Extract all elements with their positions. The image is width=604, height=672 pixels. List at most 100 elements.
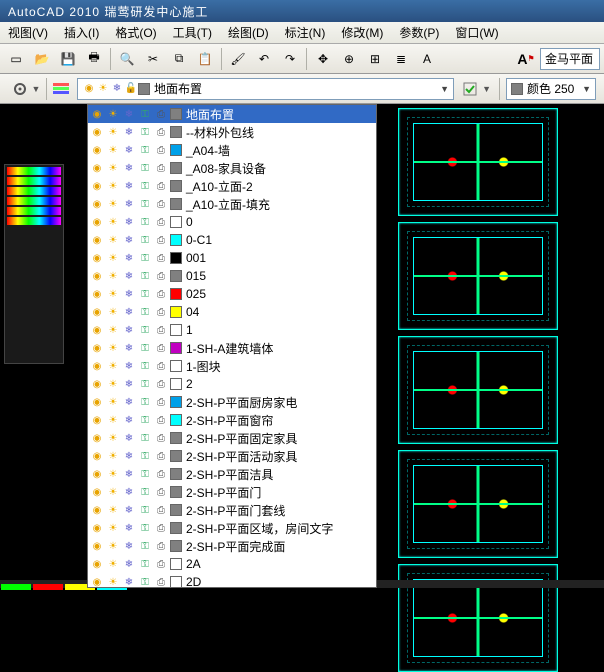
bulb-icon[interactable]: ◉: [90, 341, 104, 355]
viewport-freeze-icon[interactable]: ❄: [122, 539, 136, 553]
layer-row[interactable]: ◉☀❄⚿⎙2-SH-P平面完成面: [88, 537, 376, 555]
layer-row[interactable]: ◉☀❄⚿⎙025: [88, 285, 376, 303]
lock-icon[interactable]: ⚿: [138, 143, 152, 157]
sun-icon[interactable]: ☀: [106, 305, 120, 319]
color-combo[interactable]: 颜色 250 ▼: [506, 78, 596, 100]
annotation-style-icon[interactable]: A⚑: [514, 47, 538, 71]
lock-icon[interactable]: ⚿: [138, 125, 152, 139]
bulb-icon[interactable]: ◉: [90, 143, 104, 157]
menu-窗口(W)[interactable]: 窗口(W): [447, 22, 506, 43]
viewport-freeze-icon[interactable]: ❄: [122, 251, 136, 265]
settings-gear-icon[interactable]: [8, 77, 32, 101]
bulb-icon[interactable]: ◉: [90, 539, 104, 553]
layer-row[interactable]: ◉☀❄⚿⎙2D: [88, 573, 376, 588]
viewport-freeze-icon[interactable]: ❄: [122, 305, 136, 319]
lock-icon[interactable]: ⚿: [138, 251, 152, 265]
text-style-icon[interactable]: A: [415, 47, 439, 71]
plot-icon[interactable]: ⎙: [154, 125, 168, 139]
viewport-freeze-icon[interactable]: ❄: [122, 107, 136, 121]
layer-row[interactable]: ◉☀❄⚿⎙04: [88, 303, 376, 321]
plot-icon[interactable]: ⎙: [154, 323, 168, 337]
sun-icon[interactable]: ☀: [106, 539, 120, 553]
bulb-icon[interactable]: ◉: [90, 251, 104, 265]
sun-icon[interactable]: ☀: [106, 431, 120, 445]
lock-icon[interactable]: ⚿: [138, 179, 152, 193]
zoom-window-icon[interactable]: ⊞: [363, 47, 387, 71]
layer-row[interactable]: ◉☀❄⚿⎙2-SH-P平面厨房家电: [88, 393, 376, 411]
menu-插入(I)[interactable]: 插入(I): [56, 22, 107, 43]
plot-icon[interactable]: ⎙: [154, 269, 168, 283]
menu-修改(M)[interactable]: 修改(M): [333, 22, 391, 43]
viewport-freeze-icon[interactable]: ❄: [122, 449, 136, 463]
lock-icon[interactable]: ⚿: [138, 233, 152, 247]
bulb-icon[interactable]: ◉: [90, 161, 104, 175]
viewport-freeze-icon[interactable]: ❄: [122, 197, 136, 211]
bulb-icon[interactable]: ◉: [90, 323, 104, 337]
layer-states-icon[interactable]: [458, 77, 482, 101]
viewport-freeze-icon[interactable]: ❄: [122, 215, 136, 229]
lock-icon[interactable]: ⚿: [138, 287, 152, 301]
sun-icon[interactable]: ☀: [106, 179, 120, 193]
bulb-icon[interactable]: ◉: [90, 557, 104, 571]
viewport-freeze-icon[interactable]: ❄: [122, 287, 136, 301]
layer-row[interactable]: ◉☀❄⚿⎙2-SH-P平面窗帘: [88, 411, 376, 429]
sun-icon[interactable]: ☀: [106, 143, 120, 157]
plot-icon[interactable]: ⎙: [154, 179, 168, 193]
lock-icon[interactable]: ⚿: [138, 305, 152, 319]
menu-标注(N)[interactable]: 标注(N): [277, 22, 334, 43]
sun-icon[interactable]: ☀: [106, 557, 120, 571]
lock-icon[interactable]: ⚿: [138, 197, 152, 211]
sun-icon[interactable]: ☀: [106, 485, 120, 499]
sun-icon[interactable]: ☀: [106, 125, 120, 139]
bulb-icon[interactable]: ◉: [90, 269, 104, 283]
sun-icon[interactable]: ☀: [106, 467, 120, 481]
layer-combo[interactable]: ◉ ☀ ❄ 🔓 地面布置 ▼: [77, 78, 454, 100]
sun-icon[interactable]: ☀: [106, 287, 120, 301]
plot-icon[interactable]: ⎙: [154, 467, 168, 481]
sun-icon[interactable]: ☀: [106, 359, 120, 373]
layer-row[interactable]: ◉☀❄⚿⎙0-C1: [88, 231, 376, 249]
plot-icon[interactable]: ⎙: [154, 485, 168, 499]
sun-icon[interactable]: ☀: [106, 449, 120, 463]
menu-视图(V)[interactable]: 视图(V): [0, 22, 56, 43]
viewport-freeze-icon[interactable]: ❄: [122, 575, 136, 588]
layer-row[interactable]: ◉☀❄⚿⎙_A08-家具设备: [88, 159, 376, 177]
open-icon[interactable]: 📂: [30, 47, 54, 71]
sun-icon[interactable]: ☀: [106, 341, 120, 355]
sun-icon[interactable]: ☀: [106, 575, 120, 588]
viewport-freeze-icon[interactable]: ❄: [122, 395, 136, 409]
chevron-down-icon[interactable]: ▼: [440, 84, 449, 94]
bulb-icon[interactable]: ◉: [90, 395, 104, 409]
paste-icon[interactable]: 📋: [193, 47, 217, 71]
redo-icon[interactable]: ↷: [278, 47, 302, 71]
layer-row[interactable]: ◉☀❄⚿⎙015: [88, 267, 376, 285]
sun-icon[interactable]: ☀: [106, 107, 120, 121]
layer-row[interactable]: ◉☀❄⚿⎙1-SH-A建筑墙体: [88, 339, 376, 357]
menu-格式(O)[interactable]: 格式(O): [107, 22, 164, 43]
sun-icon[interactable]: ☀: [106, 269, 120, 283]
lock-icon[interactable]: ⚿: [138, 395, 152, 409]
bulb-icon[interactable]: ◉: [90, 359, 104, 373]
bulb-icon[interactable]: ◉: [90, 179, 104, 193]
layer-row[interactable]: ◉☀❄⚿⎙2-SH-P平面区域，房间文字: [88, 519, 376, 537]
plot-icon[interactable]: ⎙: [154, 233, 168, 247]
drawing-workspace[interactable]: ◉☀❄⚿⎙地面布置◉☀❄⚿⎙--材料外包线◉☀❄⚿⎙_A04-墙◉☀❄⚿⎙_A0…: [0, 104, 604, 588]
layer-dropdown-list[interactable]: ◉☀❄⚿⎙地面布置◉☀❄⚿⎙--材料外包线◉☀❄⚿⎙_A04-墙◉☀❄⚿⎙_A0…: [87, 104, 377, 588]
plot-icon[interactable]: ⎙: [154, 251, 168, 265]
lock-icon[interactable]: ⚿: [138, 377, 152, 391]
layer-row[interactable]: ◉☀❄⚿⎙0: [88, 213, 376, 231]
viewport-freeze-icon[interactable]: ❄: [122, 341, 136, 355]
lock-icon[interactable]: ⚿: [138, 161, 152, 175]
lock-icon[interactable]: ⚿: [138, 575, 152, 588]
sheet-thumbnail[interactable]: [398, 222, 558, 330]
menu-绘图(D)[interactable]: 绘图(D): [220, 22, 277, 43]
sheet-thumbnail[interactable]: [398, 108, 558, 216]
viewport-freeze-icon[interactable]: ❄: [122, 161, 136, 175]
viewport-freeze-icon[interactable]: ❄: [122, 413, 136, 427]
bulb-icon[interactable]: ◉: [90, 485, 104, 499]
layer-row[interactable]: ◉☀❄⚿⎙2A: [88, 555, 376, 573]
layer-row[interactable]: ◉☀❄⚿⎙2-SH-P平面洁具: [88, 465, 376, 483]
plot-icon[interactable]: ⎙: [154, 305, 168, 319]
lock-icon[interactable]: ⚿: [138, 431, 152, 445]
lock-icon[interactable]: ⚿: [138, 107, 152, 121]
